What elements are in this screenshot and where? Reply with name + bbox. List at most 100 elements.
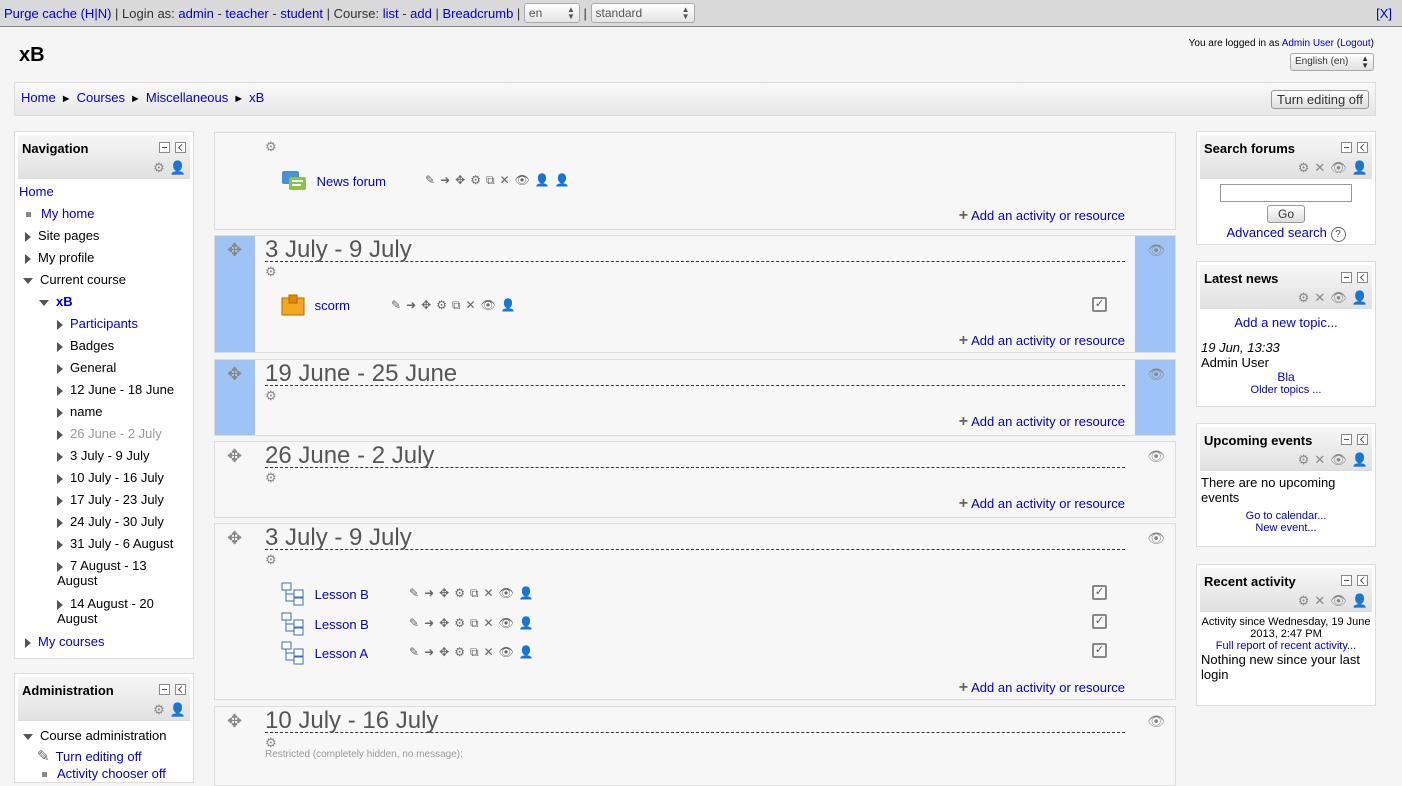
activity-lesson-link[interactable]: Lesson A <box>315 646 369 661</box>
nav-name[interactable]: name <box>57 404 103 419</box>
nav-week-14-august[interactable]: 14 August - 20 August <box>57 596 177 626</box>
add-activity-link[interactable]: + Add an activity or resource <box>959 332 1125 350</box>
dock-icon[interactable] <box>1357 434 1368 446</box>
eye-icon[interactable]: 👁 <box>481 298 496 312</box>
breadcrumb-home[interactable]: Home <box>21 90 56 105</box>
edit-icon[interactable]: ✎ <box>409 616 419 630</box>
purge-cache-link[interactable]: Purge cache (H|N) <box>4 6 111 21</box>
move-right-icon[interactable]: ➜ <box>406 298 416 312</box>
nav-my-courses[interactable]: My courses <box>25 634 104 649</box>
move-right-icon[interactable]: ➜ <box>424 616 434 630</box>
completion-checkbox[interactable]: ✓ <box>1092 297 1107 312</box>
add-activity-link[interactable]: + Add an activity or resource <box>959 207 1125 225</box>
user-profile-link[interactable]: Admin User <box>1282 38 1334 49</box>
assign-roles-icon[interactable]: 👤 <box>1352 594 1368 607</box>
activity-lesson[interactable]: Lesson A ✎ ➜ ✥ ⚙ ⧉ ✕ 👁 👤 <box>281 641 534 665</box>
nav-participants-label[interactable]: Participants <box>70 316 138 331</box>
move-icon[interactable]: ✥ <box>455 173 465 187</box>
turn-editing-off-button[interactable]: Turn editing off <box>1271 90 1369 109</box>
admin-turn-editing-label[interactable]: Turn editing off <box>56 749 142 764</box>
eye-icon[interactable]: 👁 <box>1330 594 1347 607</box>
move-right-icon[interactable]: ➜ <box>424 586 434 600</box>
completion-checkbox[interactable]: ✓ <box>1092 643 1107 658</box>
assign-roles-icon[interactable]: 👤 <box>170 161 186 174</box>
move-icon[interactable]: ✥ <box>439 586 449 600</box>
delete-icon[interactable]: ✕ <box>500 173 510 187</box>
login-as-admin-link[interactable]: admin <box>178 6 213 21</box>
activity-scorm[interactable]: scorm ✎ ➜ ✥ ⚙ ⧉ ✕ 👁 👤 <box>281 294 516 316</box>
nav-my-profile[interactable]: My profile <box>25 250 94 265</box>
eye-icon[interactable]: 👁 <box>1147 448 1165 465</box>
eye-icon[interactable]: 👁 <box>1147 713 1165 730</box>
duplicate-icon[interactable]: ⧉ <box>470 616 479 631</box>
course-add-link[interactable]: add <box>410 6 432 21</box>
assign-roles-icon[interactable]: 👤 <box>1352 291 1368 304</box>
activity-lesson-link[interactable]: Lesson B <box>315 587 369 602</box>
move-icon[interactable]: ✥ <box>439 616 449 630</box>
search-forums-input[interactable] <box>1220 184 1352 202</box>
eye-icon[interactable]: 👁 <box>1147 242 1165 259</box>
minimize-icon[interactable] <box>159 142 170 154</box>
logout-link[interactable]: Logout <box>1340 38 1371 49</box>
move-icon[interactable]: ✥ <box>227 446 242 467</box>
delete-icon[interactable]: ✕ <box>1314 291 1325 304</box>
dock-icon[interactable] <box>175 142 186 154</box>
gear-icon[interactable]: ⚙ <box>153 161 165 174</box>
activity-lesson-link[interactable]: Lesson B <box>315 617 369 632</box>
devbar-close-link[interactable]: [X] <box>1376 6 1392 21</box>
theme-select[interactable]: standard ▲ ▼ <box>590 2 695 23</box>
gear-icon[interactable]: ⚙ <box>454 616 465 630</box>
login-as-teacher-link[interactable]: teacher <box>225 6 268 21</box>
nav-week-12-june[interactable]: 12 June - 18 June <box>57 382 174 397</box>
site-language-select[interactable]: English (en) ▲ ▼ <box>1290 53 1374 71</box>
assign-roles-icon[interactable]: 👤 <box>519 645 534 659</box>
breadcrumb-link[interactable]: Breadcrumb <box>442 6 513 21</box>
older-topics-link[interactable]: Older topics ... <box>1201 384 1371 396</box>
eye-icon[interactable]: 👁 <box>499 616 514 630</box>
gear-icon[interactable]: ⚙ <box>265 388 277 404</box>
completion-checkbox[interactable]: ✓ <box>1092 614 1107 629</box>
eye-icon[interactable]: 👁 <box>515 173 530 187</box>
eye-icon[interactable]: 👁 <box>499 586 514 600</box>
completion-checkbox[interactable]: ✓ <box>1092 585 1107 600</box>
activity-lesson[interactable]: Lesson B ✎ ➜ ✥ ⚙ ⧉ ✕ 👁 👤 <box>281 582 534 606</box>
eye-icon[interactable]: 👁 <box>499 645 514 659</box>
gear-icon[interactable]: ⚙ <box>265 264 277 280</box>
eye-icon[interactable]: 👁 <box>1330 291 1347 304</box>
delete-icon[interactable]: ✕ <box>484 645 494 659</box>
gear-icon[interactable]: ⚙ <box>470 173 481 187</box>
assign-roles-icon[interactable]: 👤 <box>519 586 534 600</box>
eye-icon[interactable]: 👁 <box>1147 530 1165 547</box>
breadcrumb-miscellaneous[interactable]: Miscellaneous <box>146 90 228 105</box>
gear-icon[interactable]: ⚙ <box>454 645 465 659</box>
assign-roles-icon[interactable]: 👤 <box>555 173 570 187</box>
activity-news-forum-link[interactable]: News forum <box>317 174 386 189</box>
edit-icon[interactable]: ✎ <box>425 173 435 187</box>
move-icon[interactable]: ✥ <box>421 298 431 312</box>
language-select[interactable]: en ▲ ▼ <box>523 2 580 23</box>
dock-icon[interactable] <box>1357 272 1368 284</box>
admin-course-administration[interactable]: Course administration <box>23 728 166 743</box>
edit-icon[interactable]: ✎ <box>409 645 419 659</box>
gear-icon[interactable]: ⚙ <box>265 470 277 486</box>
nav-my-courses-label[interactable]: My courses <box>38 634 104 649</box>
gear-icon[interactable]: ⚙ <box>153 703 165 716</box>
group-mode-icon[interactable]: 👤 <box>535 173 550 187</box>
nav-my-home[interactable]: My home <box>23 206 94 221</box>
minimize-icon[interactable] <box>1341 142 1352 154</box>
add-activity-link[interactable]: + Add an activity or resource <box>959 679 1125 697</box>
admin-activity-chooser-label[interactable]: Activity chooser off <box>57 766 166 781</box>
minimize-icon[interactable] <box>159 684 170 696</box>
edit-icon[interactable]: ✎ <box>391 298 401 312</box>
nav-week-17-july[interactable]: 17 July - 23 July <box>57 492 164 507</box>
help-icon[interactable]: ? <box>1330 227 1346 242</box>
advanced-search-link[interactable]: Advanced search <box>1226 225 1326 240</box>
activity-scorm-link[interactable]: scorm <box>315 298 350 313</box>
nav-course-label[interactable]: xB <box>56 294 73 309</box>
nav-week-24-july[interactable]: 24 July - 30 July <box>57 514 164 529</box>
breadcrumb-courses[interactable]: Courses <box>77 90 125 105</box>
dock-icon[interactable] <box>1357 142 1368 154</box>
go-to-calendar-link[interactable]: Go to calendar... <box>1201 510 1371 522</box>
delete-icon[interactable]: ✕ <box>484 586 494 600</box>
assign-roles-icon[interactable]: 👤 <box>519 616 534 630</box>
